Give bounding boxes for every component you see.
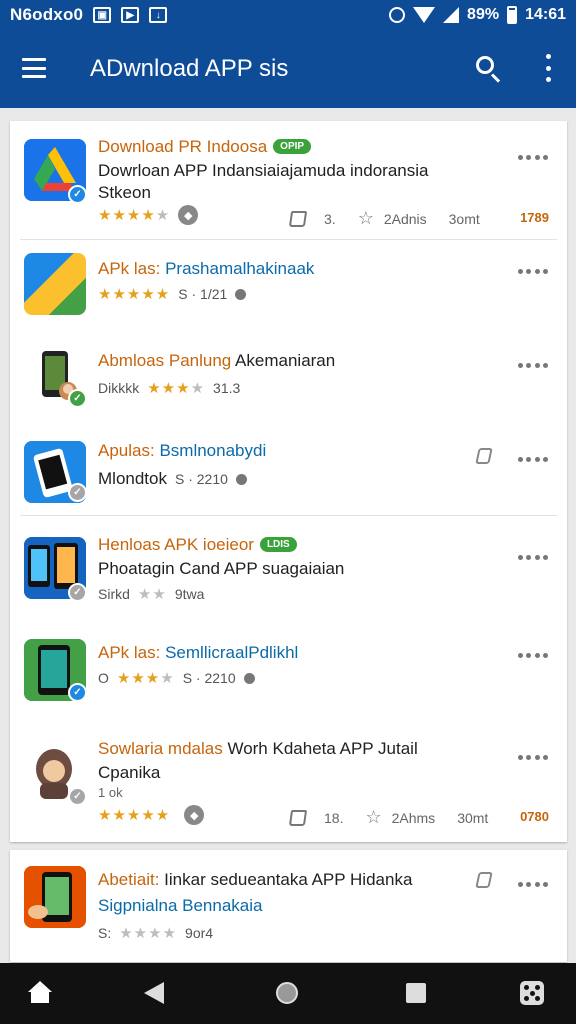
- list-item[interactable]: ✓ APk las: SemllicraalPdlikhl O ★★★★ S ·…: [10, 619, 567, 719]
- item-title: Henloas APK ioeieor LDIS: [98, 535, 297, 555]
- app-list-card: Abetiait: Iinkar sedueantaka APP Hidanka…: [10, 850, 567, 962]
- item-stats: 18. ☆ 2Ahms 30mt: [288, 807, 488, 828]
- alarm-icon: [389, 7, 406, 23]
- item-more-icon[interactable]: [518, 653, 548, 661]
- page-title: ADwnload APP sis: [90, 55, 289, 82]
- tag-badge: LDIS: [259, 537, 297, 552]
- recents-icon[interactable]: [406, 983, 426, 1003]
- item-description: Dowrloan APP Indansiaiajamuda indoransia: [98, 161, 429, 180]
- search-icon[interactable]: [474, 54, 502, 83]
- back-icon[interactable]: [144, 982, 164, 1004]
- app-icon: [24, 253, 86, 315]
- verified-icon: ✓: [68, 389, 87, 408]
- item-meta: Dikkkk ★★★★ 31.3: [98, 380, 241, 397]
- battery-percent: 89%: [467, 6, 500, 23]
- item-more-icon[interactable]: [518, 555, 548, 563]
- signal-icon: [443, 7, 460, 23]
- list-item[interactable]: ✓ Henloas APK ioeieor LDIS Phoatagin Cand…: [10, 515, 567, 619]
- favorite-icon[interactable]: ☆: [365, 807, 381, 828]
- item-description: Sigpnialna Bennakaia: [98, 896, 263, 915]
- item-title: Download PR Indoosa OPIP: [98, 137, 312, 157]
- item-title: APk las: SemllicraalPdlikhl: [98, 643, 299, 662]
- item-title: APk las: Prashamalhakinaak: [98, 259, 315, 278]
- phone-app-icon: [24, 866, 86, 928]
- pending-icon: ✓: [68, 483, 87, 502]
- pending-icon: ✓: [68, 787, 87, 806]
- item-more-icon[interactable]: [518, 363, 548, 371]
- shield-icon: ◆: [184, 805, 205, 825]
- rating-stars: ★★★★: [116, 670, 175, 687]
- item-meta: Mlondtok S · 2210: [98, 469, 247, 489]
- system-navigation-bar: [0, 963, 576, 1024]
- verified-icon: ✓: [68, 683, 87, 702]
- like-icon[interactable]: [288, 210, 308, 227]
- size-label: 1789: [520, 210, 549, 225]
- rating-stars: ★★★★★: [98, 207, 171, 224]
- like-icon[interactable]: [474, 872, 494, 892]
- like-icon[interactable]: [288, 809, 308, 826]
- battery-icon: [507, 6, 518, 24]
- item-meta: ★★★★★ ◆: [98, 205, 199, 225]
- item-description-2: Stkeon: [98, 183, 151, 202]
- rating-stars: ★★★★: [119, 925, 178, 942]
- app-bar: ADwnload APP sis: [0, 30, 576, 108]
- list-item[interactable]: ✓ Download PR Indoosa OPIP Dowrloan APP I…: [10, 121, 567, 239]
- menu-icon[interactable]: [22, 58, 46, 78]
- item-more-icon[interactable]: [518, 755, 548, 763]
- notification-icon: ▣: [93, 7, 112, 23]
- item-description: Cpanika: [98, 763, 161, 782]
- shield-icon: ◆: [178, 205, 199, 225]
- item-more-icon[interactable]: [518, 457, 548, 465]
- item-description: Phoatagin Cand APP suagaiaian: [98, 559, 345, 578]
- list-item[interactable]: Abetiait: Iinkar sedueantaka APP Hidanka…: [10, 850, 567, 962]
- game-icon[interactable]: [520, 981, 544, 1005]
- wifi-icon: [413, 7, 436, 23]
- item-meta: O ★★★★ S · 2210: [98, 669, 255, 687]
- pending-icon: ✓: [68, 583, 87, 602]
- item-title: Apulas: Bsmlnonabydi: [98, 441, 267, 460]
- item-stats: 3. ☆ 2Adnis 3omt: [288, 208, 480, 229]
- download-icon: ↓: [149, 7, 168, 23]
- item-more-icon[interactable]: [518, 155, 548, 163]
- list-item[interactable]: ✓ Sowlaria mdalas Worh Kdaheta APP Jutai…: [10, 719, 567, 842]
- home-icon[interactable]: [28, 981, 52, 1003]
- status-bar: N6odxo0 ▣ ▶ ↓ 89% 14:61: [0, 0, 576, 30]
- item-meta: Sirkd ★★ 9twa: [98, 586, 205, 603]
- like-icon[interactable]: [474, 448, 494, 468]
- item-title: Abetiait: Iinkar sedueantaka APP Hidanka: [98, 870, 413, 889]
- app-list-card: ✓ Download PR Indoosa OPIP Dowrloan APP I…: [10, 121, 567, 842]
- info-icon: [235, 473, 247, 485]
- item-description-2: 1 ok: [98, 785, 123, 800]
- play-store-icon: ▶: [121, 7, 140, 23]
- size-label: 0780: [520, 809, 549, 824]
- item-meta: ★★★★★ ◆: [98, 805, 205, 825]
- list-item[interactable]: ✓ Abmloas Panlung Akemaniaran Dikkkk ★★★…: [10, 329, 567, 421]
- verified-icon: ✓: [68, 185, 87, 204]
- info-icon: [235, 288, 247, 300]
- favorite-icon[interactable]: ☆: [358, 208, 374, 229]
- carrier-text: N6odxo0: [10, 5, 84, 24]
- item-more-icon[interactable]: [518, 882, 548, 890]
- item-title: Abmloas Panlung Akemaniaran: [98, 351, 336, 370]
- item-meta: S: ★★★★ 9or4: [98, 925, 214, 942]
- rating-stars: ★★★★★: [98, 807, 171, 824]
- clock: 14:61: [525, 6, 566, 23]
- item-meta: ★★★★★ S · 1/21: [98, 285, 247, 303]
- list-item[interactable]: ✓ Apulas: Bsmlnonabydi Mlondtok S · 2210: [10, 421, 567, 515]
- info-icon: [243, 672, 255, 684]
- home-button-icon[interactable]: [276, 982, 298, 1004]
- item-more-icon[interactable]: [518, 269, 548, 277]
- more-options-icon[interactable]: [544, 54, 552, 82]
- rating-stars: ★★★★: [147, 380, 206, 397]
- rating-stars: ★★: [137, 586, 167, 603]
- tag-badge: OPIP: [273, 139, 312, 154]
- item-title: Sowlaria mdalas Worh Kdaheta APP Jutail: [98, 739, 418, 758]
- list-item[interactable]: APk las: Prashamalhakinaak ★★★★★ S · 1/2…: [10, 239, 567, 329]
- rating-stars: ★★★★★: [98, 286, 171, 303]
